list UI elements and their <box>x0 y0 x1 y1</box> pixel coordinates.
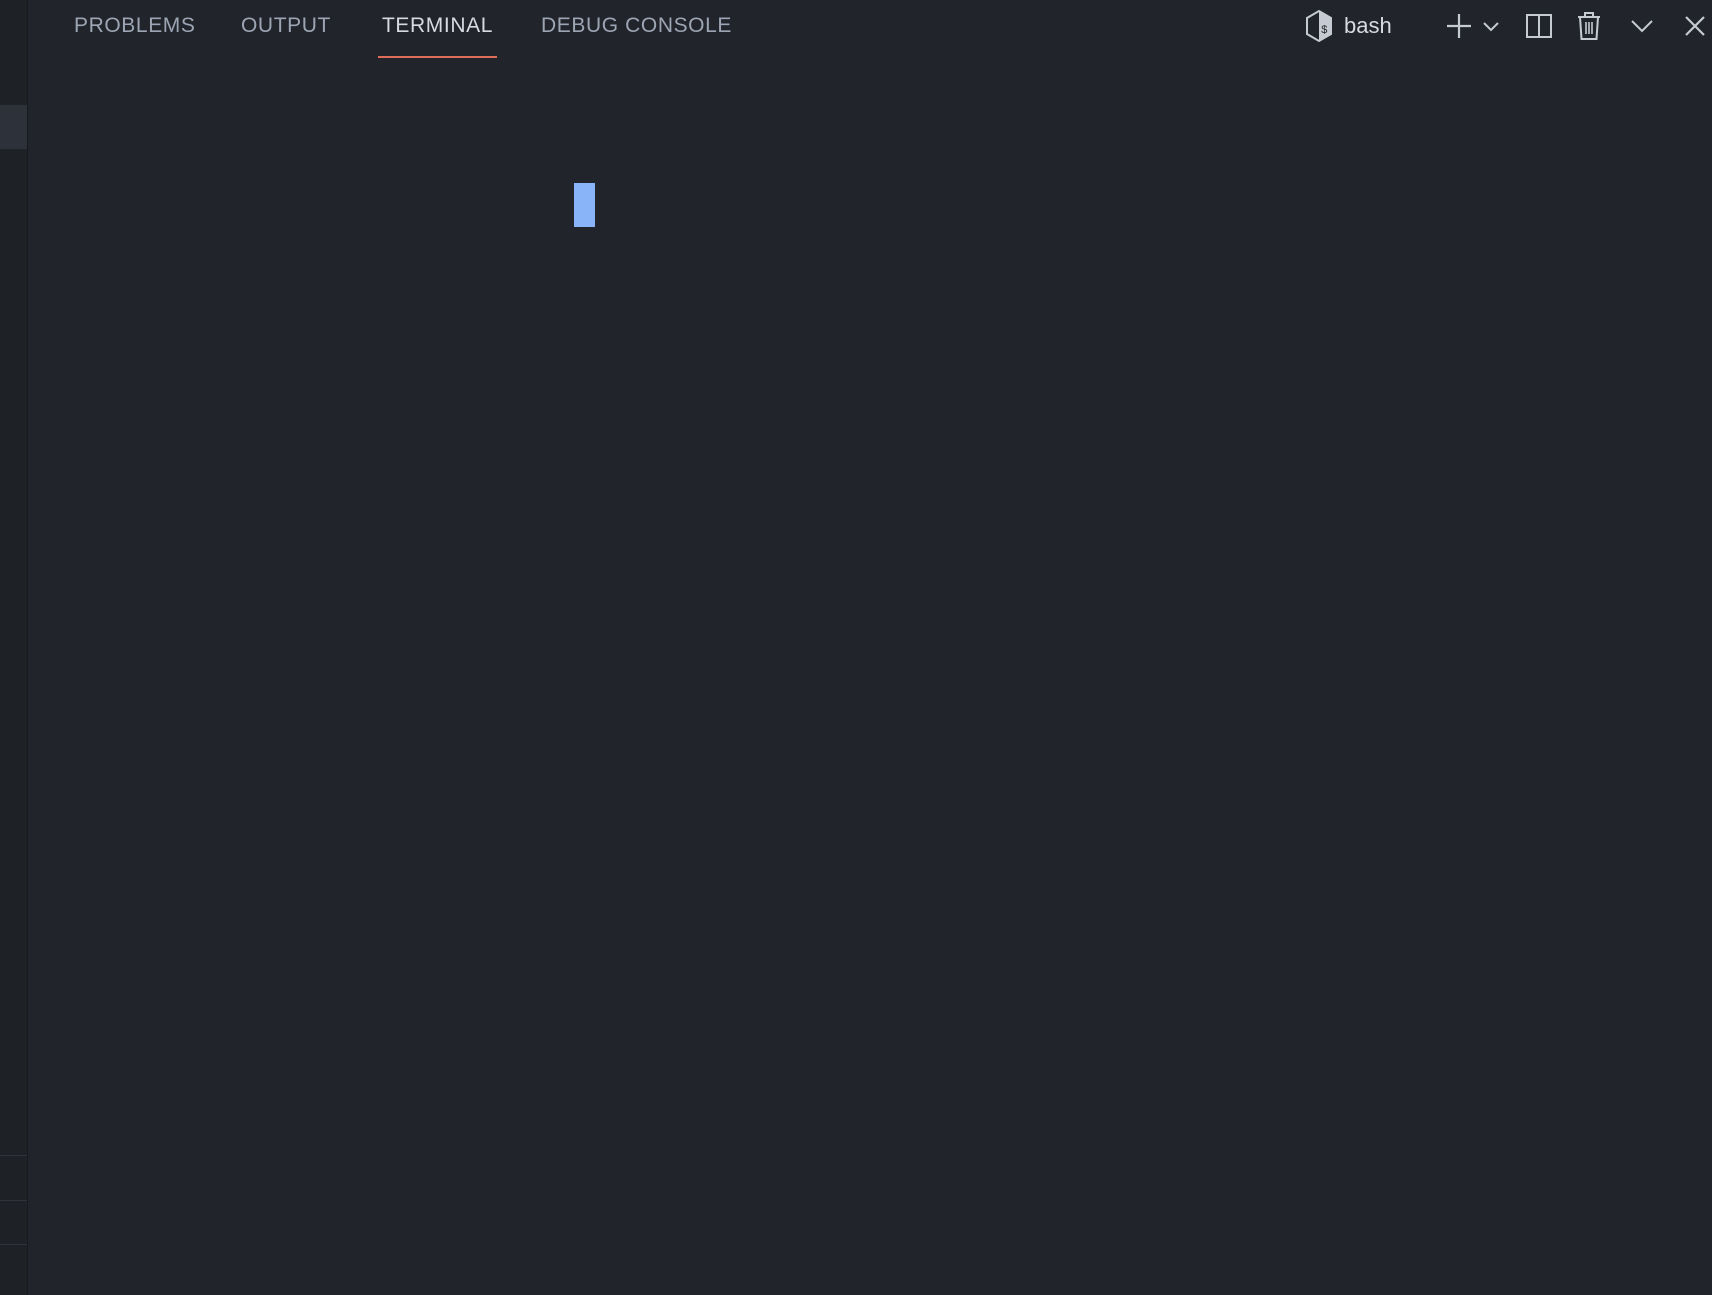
bottom-panel: PROBLEMS OUTPUT TERMINAL DEBUG CONSOLE $… <box>28 0 1712 1295</box>
split-terminal-button[interactable] <box>1522 8 1556 44</box>
sidebar-divider <box>0 1244 27 1245</box>
chevron-down-icon <box>1630 18 1654 34</box>
tab-output[interactable]: OUTPUT <box>241 0 331 58</box>
sidebar-divider <box>0 1155 27 1156</box>
terminal-shell-label: bash <box>1344 13 1392 38</box>
activity-sidebar-edge <box>0 0 28 1295</box>
maximize-panel-button[interactable] <box>1625 8 1659 44</box>
plus-icon <box>1445 12 1473 40</box>
sidebar-divider <box>0 1200 27 1201</box>
launch-profile-button[interactable] <box>1480 8 1502 44</box>
kill-terminal-button[interactable] <box>1572 8 1606 44</box>
close-icon <box>1684 15 1706 37</box>
terminal-cursor <box>574 183 595 227</box>
terminal-viewport[interactable] <box>28 60 1712 1295</box>
close-panel-button[interactable] <box>1678 8 1712 44</box>
panel-tab-bar: PROBLEMS OUTPUT TERMINAL DEBUG CONSOLE $… <box>28 0 1712 60</box>
new-terminal-button[interactable] <box>1442 8 1476 44</box>
tab-terminal[interactable]: TERMINAL <box>378 0 497 58</box>
trash-icon <box>1576 11 1602 41</box>
tab-problems[interactable]: PROBLEMS <box>74 0 196 58</box>
chevron-down-icon <box>1482 20 1500 32</box>
svg-text:$: $ <box>1321 25 1328 37</box>
sidebar-active-item[interactable] <box>0 105 27 149</box>
terminal-shell-selector[interactable]: $ bash <box>1304 8 1434 44</box>
split-horizontal-icon <box>1525 12 1553 40</box>
tab-debug-console[interactable]: DEBUG CONSOLE <box>541 0 732 58</box>
terminal-bash-icon: $ <box>1304 9 1334 43</box>
